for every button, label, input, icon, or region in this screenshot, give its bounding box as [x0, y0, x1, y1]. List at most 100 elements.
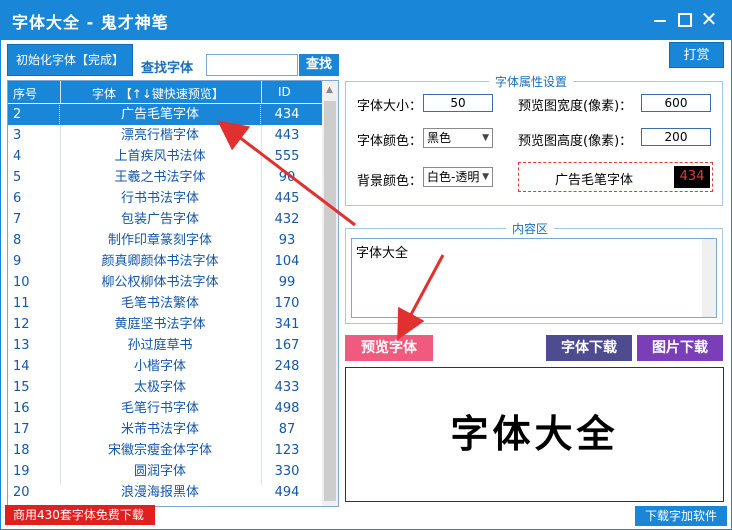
- row-number: 19: [13, 464, 30, 479]
- row-number: 5: [13, 170, 22, 185]
- preview-height-input[interactable]: 200: [641, 128, 711, 146]
- list-scrollbar[interactable]: ▲: [322, 81, 338, 506]
- tip-button[interactable]: 打赏: [669, 42, 724, 68]
- preview-width-label: 预览图宽度(像素)：: [518, 99, 633, 114]
- content-scrollbar[interactable]: [702, 239, 716, 317]
- row-number: 8: [13, 233, 22, 248]
- row-font-name: 孙过庭草书: [127, 338, 193, 353]
- row-font-name: 圆润字体: [133, 464, 186, 479]
- chevron-down-icon: ▼: [482, 172, 489, 182]
- preview-width-input[interactable]: 600: [641, 94, 711, 112]
- row-font-name: 太极字体: [133, 380, 186, 395]
- table-row[interactable]: 16 毛笔行书字体 498: [8, 398, 322, 419]
- row-font-name: 毛笔行书字体: [120, 401, 199, 416]
- header-font: 字体 【↑↓键快速预览】: [92, 87, 224, 101]
- row-font-id: 167: [274, 338, 300, 353]
- row-font-id: 248: [274, 359, 300, 374]
- row-number: 13: [13, 338, 30, 353]
- row-font-name: 广告毛笔字体: [59, 103, 261, 126]
- font-size-input[interactable]: 50: [423, 94, 493, 112]
- header-num: 序号: [13, 87, 38, 101]
- font-color-value: 黑色: [427, 131, 452, 145]
- row-font-id: 93: [278, 233, 296, 248]
- bg-color-value: 白色-透明: [427, 170, 480, 184]
- table-row[interactable]: 5 王羲之书法字体 90: [8, 167, 322, 188]
- row-number: 20: [13, 485, 30, 500]
- row-number: 18: [13, 443, 30, 458]
- row-font-id: 433: [274, 380, 300, 395]
- content-textarea[interactable]: 字体大全: [351, 238, 717, 318]
- table-row[interactable]: 3 漂亮行楷字体 443: [8, 125, 322, 146]
- bg-color-label: 背景颜色：: [357, 174, 423, 189]
- font-rows: 2 广告毛笔字体 434 3 漂亮行楷字体 443 4 上首疾风书法体 555 5 王羲之书法字体 9…: [8, 103, 322, 503]
- font-color-select[interactable]: 黑色 ▼: [423, 128, 493, 148]
- table-row[interactable]: 17 米芾书法字体 87: [8, 419, 322, 440]
- font-list[interactable]: 序号 字体 【↑↓键快速预览】 ID 2 广告毛笔字体 434 3 漂亮行楷字体 443 4…: [7, 80, 339, 507]
- download-font-button[interactable]: 字体下载: [546, 335, 632, 361]
- properties-group-title: 字体属性设置: [489, 73, 574, 90]
- table-row[interactable]: 11 毛笔书法繁体 170: [8, 293, 322, 314]
- table-row[interactable]: 13 孙过庭草书 167: [8, 335, 322, 356]
- row-font-name: 行书书法字体: [120, 191, 199, 206]
- sample-font-name: 广告毛笔字体: [555, 173, 634, 188]
- table-row[interactable]: 4 上首疾风书法体 555: [8, 146, 322, 167]
- table-row[interactable]: 10 柳公权柳体书法字体 99: [8, 272, 322, 293]
- row-font-name: 柳公权柳体书法字体: [101, 275, 219, 290]
- row-font-id: 104: [274, 254, 300, 269]
- row-font-id: 498: [274, 401, 300, 416]
- row-number: 4: [13, 149, 22, 164]
- table-row[interactable]: 20 浪漫海报黑体 494: [8, 482, 322, 503]
- table-row[interactable]: 14 小楷字体 248: [8, 356, 322, 377]
- row-font-id: 432: [274, 212, 300, 227]
- table-row[interactable]: 9 颜真卿颜体书法字体 104: [8, 251, 322, 272]
- row-font-id: 170: [274, 296, 300, 311]
- row-number: 9: [13, 254, 22, 269]
- row-font-name: 小楷字体: [133, 359, 186, 374]
- table-row[interactable]: 7 包装广告字体 432: [8, 209, 322, 230]
- row-font-name: 颜真卿颜体书法字体: [101, 254, 219, 269]
- row-number: 15: [13, 380, 30, 395]
- row-font-name: 毛笔书法繁体: [120, 296, 199, 311]
- download-plus-button[interactable]: 下载字加软件: [635, 506, 727, 526]
- row-font-id: 494: [274, 485, 300, 500]
- font-color-label: 字体颜色：: [357, 134, 423, 149]
- preview-text: 字体大全: [450, 411, 619, 456]
- promo-link[interactable]: 商用430套字体免费下载: [5, 505, 155, 525]
- preview-height-label: 预览图高度(像素)：: [518, 134, 633, 149]
- close-icon[interactable]: ✕: [700, 9, 718, 29]
- download-image-button[interactable]: 图片下载: [637, 335, 723, 361]
- table-row[interactable]: 8 制作印章篆刻字体 93: [8, 230, 322, 251]
- row-font-id: 445: [274, 191, 300, 206]
- content-text: 字体大全: [356, 246, 409, 261]
- row-number: 12: [13, 317, 30, 332]
- preview-font-button[interactable]: 预览字体: [345, 335, 433, 361]
- row-font-name: 宋徽宗瘦金体字体: [107, 443, 212, 458]
- row-number: 10: [13, 275, 30, 290]
- table-row[interactable]: 18 宋徽宗瘦金体字体 123: [8, 440, 322, 461]
- row-font-id: 90: [278, 170, 296, 185]
- minimize-icon[interactable]: [652, 11, 670, 29]
- table-row[interactable]: 2 广告毛笔字体 434: [8, 103, 322, 126]
- row-font-id: 123: [274, 443, 300, 458]
- row-font-id: 555: [274, 149, 300, 164]
- table-row[interactable]: 19 圆润字体 330: [8, 461, 322, 482]
- content-group-title: 内容区: [506, 220, 555, 237]
- search-button[interactable]: 查找: [299, 54, 339, 76]
- row-number: 3: [13, 128, 22, 143]
- preview-canvas: 字体大全: [345, 367, 724, 502]
- scroll-thumb[interactable]: [324, 101, 336, 501]
- table-row[interactable]: 12 黄庭坚书法字体 341: [8, 314, 322, 335]
- chevron-down-icon: ▼: [482, 133, 489, 143]
- row-number: 11: [13, 296, 30, 311]
- init-fonts-button[interactable]: 初始化字体【完成】: [7, 44, 133, 76]
- table-row[interactable]: 6 行书书法字体 445: [8, 188, 322, 209]
- row-font-name: 黄庭坚书法字体: [114, 317, 206, 332]
- row-number: 17: [13, 422, 30, 437]
- find-font-label: 查找字体: [141, 61, 194, 76]
- table-row[interactable]: 15 太极字体 433: [8, 377, 322, 398]
- maximize-icon[interactable]: [676, 11, 694, 29]
- bg-color-select[interactable]: 白色-透明 ▼: [423, 167, 493, 187]
- search-input[interactable]: [206, 54, 298, 76]
- main-panel: 初始化字体【完成】 查找字体 查找 打赏 序号 字体 【↑↓键快速预览】 ID …: [1, 40, 731, 529]
- scroll-up-icon[interactable]: ▲: [326, 85, 333, 95]
